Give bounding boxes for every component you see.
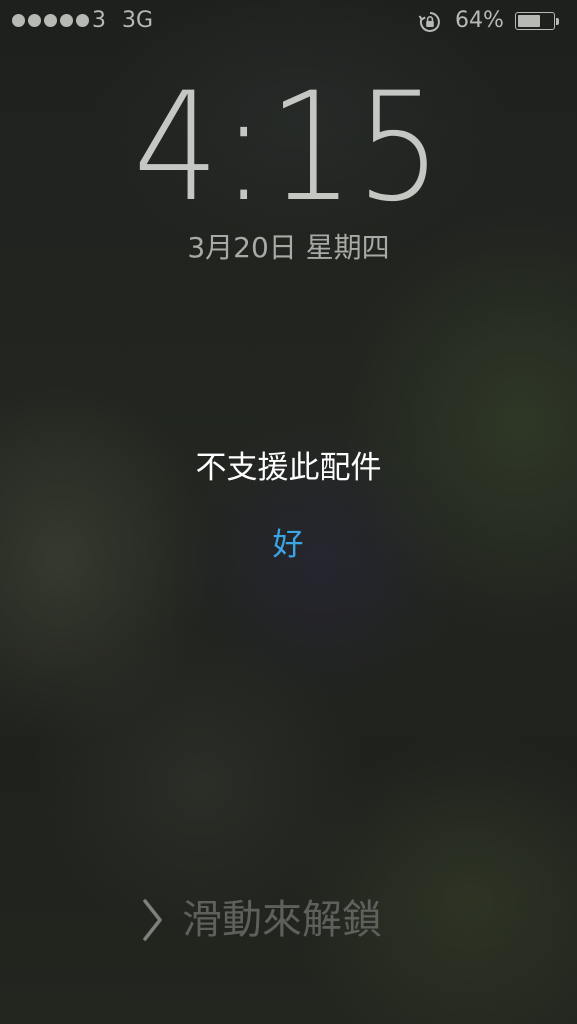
signal-dot bbox=[12, 14, 25, 27]
signal-strength-icon bbox=[12, 14, 89, 27]
lock-screen: 3 3G 64% 4:15 3月20日 星期四 不支援此配件 好 滑動來解鎖 bbox=[0, 0, 577, 1024]
clock-time: 4:15 bbox=[133, 61, 444, 235]
alert-ok-button[interactable]: 好 bbox=[238, 522, 338, 568]
lock-date: 3月20日 星期四 bbox=[187, 231, 390, 264]
battery-nub bbox=[556, 18, 559, 25]
battery-percentage: 64% bbox=[455, 8, 504, 33]
rotation-lock-icon bbox=[418, 12, 440, 32]
carrier-name: 3 bbox=[92, 8, 106, 33]
alert-title: 不支援此配件 bbox=[195, 450, 382, 486]
network-type: 3G bbox=[122, 8, 154, 33]
signal-dot bbox=[76, 14, 89, 27]
slide-to-unlock[interactable]: 滑動來解鎖 bbox=[140, 890, 440, 950]
signal-dot bbox=[60, 14, 73, 27]
signal-dot bbox=[28, 14, 41, 27]
battery-fill bbox=[518, 15, 540, 27]
lock-clock: 4:15 bbox=[0, 68, 577, 228]
signal-dot bbox=[44, 14, 57, 27]
status-bar: 3 3G 64% bbox=[0, 0, 577, 44]
slide-to-unlock-label: 滑動來解鎖 bbox=[182, 897, 382, 943]
chevron-right-icon bbox=[143, 899, 162, 941]
battery-icon bbox=[515, 12, 561, 32]
